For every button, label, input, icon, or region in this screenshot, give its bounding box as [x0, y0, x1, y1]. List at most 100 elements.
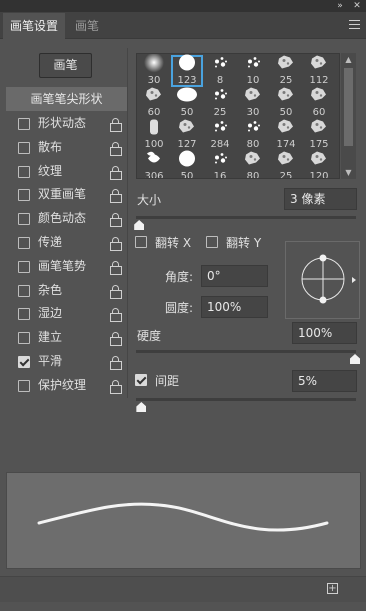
- lock-icon[interactable]: [110, 284, 122, 299]
- brush-preset-tile[interactable]: 25: [204, 87, 236, 119]
- scrollbar-thumb[interactable]: [344, 68, 353, 146]
- flip-y-checkbox[interactable]: [206, 236, 218, 248]
- angle-roundness-widget[interactable]: [285, 241, 360, 319]
- brush-tip-grid: 30 123 8 10 25 112 60 50 25 30 50 60 100 127 284 80 174 1…: [136, 53, 340, 179]
- flip-x-checkbox[interactable]: [135, 236, 147, 248]
- scroll-up-icon[interactable]: ▲: [344, 55, 353, 64]
- setting-option[interactable]: 保护纹理: [6, 374, 127, 398]
- lock-icon[interactable]: [110, 332, 122, 347]
- option-checkbox[interactable]: [18, 213, 30, 226]
- hardness-slider-track[interactable]: [136, 350, 356, 353]
- collapse-icon[interactable]: »: [334, 0, 346, 12]
- brush-preset-tile[interactable]: 50: [270, 87, 302, 119]
- lock-icon[interactable]: [110, 118, 122, 132]
- lock-icon[interactable]: [110, 189, 122, 204]
- brush-preset-tile[interactable]: 30: [237, 87, 269, 119]
- brush-preset-tile[interactable]: 306: [138, 151, 170, 178]
- flip-y-label: 翻转 Y: [226, 236, 262, 250]
- brush-preset-tile[interactable]: 127: [171, 119, 203, 151]
- option-checkbox[interactable]: [18, 332, 30, 345]
- option-checkbox[interactable]: [18, 118, 30, 130]
- brush-preset-tile[interactable]: 50: [171, 150, 203, 179]
- brush-tip-icon: [309, 117, 329, 140]
- lock-icon[interactable]: [110, 165, 122, 180]
- brush-tip-icon: [276, 149, 296, 172]
- option-checkbox[interactable]: [18, 379, 30, 392]
- tip-shape-item[interactable]: 画笔笔尖形状: [6, 87, 127, 111]
- option-checkbox[interactable]: [18, 260, 30, 273]
- setting-option[interactable]: 形状动态: [6, 112, 127, 136]
- tab-brushes[interactable]: 画笔: [68, 13, 106, 39]
- roundness-input[interactable]: 100%: [201, 296, 268, 318]
- brush-preset-tile[interactable]: 60: [303, 87, 335, 119]
- lock-icon[interactable]: [110, 355, 122, 370]
- lock-icon[interactable]: [110, 260, 122, 275]
- brush-preset-tile[interactable]: 175: [303, 119, 335, 151]
- spacing-input[interactable]: 5%: [292, 370, 357, 392]
- brush-preset-tile[interactable]: 80: [237, 119, 269, 151]
- option-checkbox[interactable]: [18, 284, 30, 297]
- option-label: 双重画笔: [38, 187, 87, 202]
- brush-tip-icon: [176, 85, 198, 108]
- brush-tip-icon: [276, 54, 296, 76]
- size-slider-track[interactable]: [136, 216, 356, 219]
- flip-x-label: 翻转 X: [155, 236, 192, 250]
- setting-option[interactable]: 散布: [6, 136, 127, 160]
- brush-tip-icon: [147, 117, 161, 140]
- setting-option[interactable]: 颜色动态: [6, 207, 127, 231]
- brush-preset-tile[interactable]: 174: [270, 119, 302, 151]
- spacing-checkbox[interactable]: [135, 374, 147, 386]
- brush-preset-tile[interactable]: 100: [138, 119, 170, 151]
- option-checkbox[interactable]: [18, 236, 30, 249]
- option-checkbox[interactable]: [18, 189, 30, 202]
- lock-icon[interactable]: [110, 141, 122, 156]
- setting-option[interactable]: 画笔笔势: [6, 255, 127, 279]
- setting-option[interactable]: 建立: [6, 326, 127, 350]
- brush-preset-tile[interactable]: 123: [171, 54, 203, 87]
- lock-icon[interactable]: [110, 213, 122, 228]
- brush-size-label: 50: [180, 171, 194, 179]
- tab-brush-settings[interactable]: 画笔设置: [3, 13, 66, 39]
- setting-option[interactable]: 双重画笔: [6, 183, 127, 207]
- brush-tip-icon: [210, 85, 230, 108]
- angle-input[interactable]: 0°: [201, 265, 268, 287]
- brush-preset-tile[interactable]: 50: [171, 87, 203, 119]
- brush-preset-tile[interactable]: 112: [303, 55, 335, 87]
- brush-preset-tile[interactable]: 25: [270, 149, 302, 178]
- close-icon[interactable]: ✕: [351, 0, 363, 12]
- brush-size-label: 16: [213, 171, 227, 179]
- brush-tip-icon: [243, 117, 263, 140]
- setting-option[interactable]: 湿边: [6, 302, 127, 326]
- brush-tip-icon: [243, 85, 263, 108]
- brush-preset-tile[interactable]: 30: [138, 54, 170, 87]
- setting-option[interactable]: 纹理: [6, 160, 127, 184]
- brush-preset-tile[interactable]: 284: [204, 119, 236, 151]
- brush-preset-tile[interactable]: 80: [237, 151, 269, 178]
- option-checkbox[interactable]: [18, 165, 30, 178]
- lock-icon[interactable]: [110, 236, 122, 251]
- setting-option[interactable]: 传递: [6, 231, 127, 255]
- option-checkbox[interactable]: [18, 308, 30, 321]
- hardness-input[interactable]: 100%: [292, 322, 357, 344]
- option-checkbox[interactable]: [18, 355, 30, 368]
- lock-icon[interactable]: [110, 308, 122, 323]
- brush-preset-tile[interactable]: 10: [237, 55, 269, 87]
- brush-preset-tile[interactable]: 8: [204, 55, 236, 87]
- lock-icon[interactable]: [110, 379, 122, 394]
- brush-preset-tile[interactable]: 16: [204, 151, 236, 179]
- new-brush-icon[interactable]: +: [327, 583, 338, 594]
- setting-option[interactable]: 平滑: [6, 350, 127, 374]
- brush-preset-tile[interactable]: 120: [303, 151, 335, 178]
- option-label: 建立: [38, 330, 63, 345]
- angle-label: 角度:: [165, 270, 194, 284]
- spacing-slider-track[interactable]: [136, 398, 356, 401]
- brush-preset-tile[interactable]: 25: [270, 55, 302, 87]
- setting-option[interactable]: 杂色: [6, 279, 127, 303]
- grid-scrollbar[interactable]: ▲ ▼: [341, 53, 356, 179]
- scroll-down-icon[interactable]: ▼: [344, 168, 353, 177]
- panel-menu-icon[interactable]: [349, 20, 360, 29]
- size-input[interactable]: 3 像素: [284, 188, 357, 210]
- option-checkbox[interactable]: [18, 141, 30, 154]
- brush-preset-button[interactable]: 画笔: [39, 53, 92, 78]
- brush-preset-tile[interactable]: 60: [138, 87, 170, 119]
